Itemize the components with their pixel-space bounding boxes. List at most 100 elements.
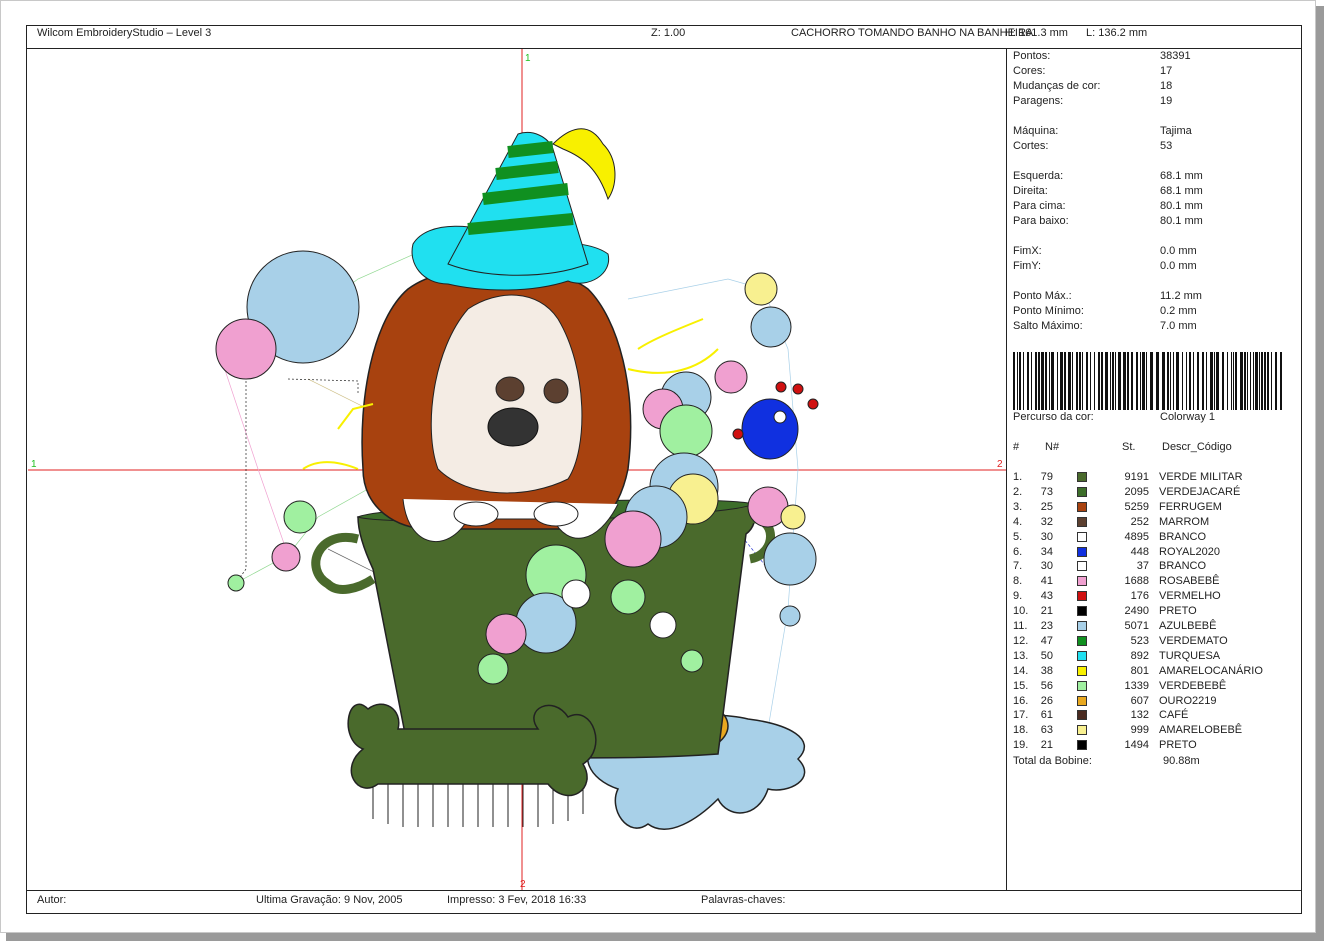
thread-number: 23 — [1040, 620, 1053, 632]
thread-number: 32 — [1040, 515, 1053, 528]
author-label: Autor: — [37, 894, 67, 906]
color-index: 16. — [1013, 694, 1029, 707]
stitch-count: 5071 — [1124, 620, 1149, 632]
thread-description: VERDEJACARÉ — [1159, 485, 1241, 498]
color-index: 14. — [1013, 664, 1029, 677]
keywords-label: Palavras-chaves: — [701, 894, 786, 906]
thread-number: 26 — [1040, 694, 1053, 707]
print-preview-page: Wilcom EmbroideryStudio – Level 3 Z: 1.0… — [0, 0, 1316, 933]
stitch-count: 1494 — [1124, 739, 1149, 752]
stitch-count: 37 — [1136, 560, 1149, 573]
thread-description: OURO2219 — [1159, 694, 1217, 707]
panel-divider — [1006, 48, 1007, 891]
stitch-count: 523 — [1130, 634, 1149, 647]
thread-description: ROSABEBÊ — [1159, 575, 1220, 588]
thread-number: 41 — [1040, 575, 1053, 588]
footer-divider — [27, 890, 1301, 891]
color-index: 5. — [1013, 530, 1023, 543]
col-header-number: N# — [1045, 441, 1060, 453]
embroidery-design-image: 1 1 2 2 — [28, 49, 1006, 890]
thread-number: 30 — [1040, 560, 1053, 573]
color-index: 7. — [1013, 560, 1023, 573]
color-index: 1. — [1013, 471, 1023, 483]
color-index: 17. — [1013, 709, 1029, 722]
color-swatch — [1077, 635, 1087, 646]
color-swatch — [1077, 472, 1087, 482]
stitch-count: 801 — [1130, 664, 1149, 677]
thread-description: PRETO — [1159, 605, 1197, 618]
thread-description: VERDEBEBÊ — [1159, 679, 1227, 692]
stitch-count: 176 — [1130, 590, 1149, 603]
color-swatch — [1077, 501, 1087, 512]
color-swatch — [1077, 680, 1087, 691]
app-title: Wilcom EmbroideryStudio – Level 3 — [37, 27, 212, 39]
barcode-image — [1013, 352, 1282, 410]
axis-label-top: 1 — [525, 53, 531, 64]
stitch-count: 892 — [1130, 649, 1149, 662]
color-swatch — [1077, 665, 1087, 676]
thread-number: 30 — [1040, 530, 1053, 543]
col-header-stitches: St. — [1122, 441, 1136, 453]
color-index: 3. — [1013, 500, 1023, 513]
color-swatch — [1077, 576, 1087, 587]
axis-label-left: 1 — [31, 459, 37, 470]
thread-number: 50 — [1040, 649, 1053, 662]
thread-description: AMARELOCANÁRIO — [1159, 664, 1263, 677]
design-name: CACHORRO TOMANDO BANHO NA BANHEIRA — [791, 27, 1034, 39]
thread-description: AZULBEBÊ — [1159, 620, 1217, 632]
party-hat — [411, 128, 616, 291]
thread-number: 38 — [1040, 664, 1053, 677]
thread-description: VERMELHO — [1159, 590, 1221, 603]
stitch-count: 132 — [1130, 709, 1149, 722]
color-swatch — [1077, 606, 1087, 617]
color-index: 12. — [1013, 634, 1029, 647]
stitch-count: 252 — [1130, 515, 1149, 528]
axis-label-right: 2 — [997, 459, 1003, 470]
color-swatch — [1077, 591, 1087, 602]
thread-number: 34 — [1040, 545, 1053, 558]
color-swatch — [1077, 516, 1087, 527]
design-preview: 1 1 2 2 — [28, 49, 1006, 890]
color-index: 18. — [1013, 724, 1029, 737]
thread-description: PRETO — [1159, 739, 1197, 752]
color-swatch — [1077, 531, 1087, 542]
thread-number: 56 — [1040, 679, 1053, 692]
color-index: 19. — [1013, 739, 1029, 752]
page-shadow-right — [1316, 6, 1324, 941]
color-swatch — [1077, 650, 1087, 661]
color-index: 8. — [1013, 575, 1023, 588]
worksheet-frame: Wilcom EmbroideryStudio – Level 3 Z: 1.0… — [26, 25, 1302, 914]
colorway-value: Colorway 1 — [1160, 411, 1216, 423]
color-index: 4. — [1013, 515, 1023, 528]
stitch-count: 2490 — [1124, 605, 1149, 618]
color-swatch — [1077, 710, 1087, 721]
color-swatch — [1077, 486, 1087, 497]
thread-description: VERDEMATO — [1159, 634, 1228, 647]
stitch-count: 1688 — [1124, 575, 1149, 588]
bobbin-total-value: 90.88m — [1163, 755, 1200, 767]
printed-date: Impresso: 3 Fev, 2018 16:33 — [447, 894, 587, 906]
thread-description: BRANCO — [1159, 560, 1207, 573]
bird — [732, 381, 819, 460]
thread-number: 25 — [1040, 500, 1053, 513]
stitch-count: 999 — [1130, 724, 1149, 737]
stitch-count: 448 — [1130, 545, 1149, 558]
color-swatch — [1077, 561, 1087, 572]
dog — [361, 265, 632, 543]
color-index: 2. — [1013, 485, 1023, 498]
color-index: 10. — [1013, 605, 1029, 618]
thread-description: CAFÉ — [1159, 709, 1189, 722]
bobbin-total-label: Total da Bobine: — [1013, 755, 1092, 767]
stitch-count: 9191 — [1124, 471, 1149, 483]
stitch-count: 4895 — [1124, 530, 1149, 543]
color-index: 11. — [1013, 620, 1028, 632]
stitch-count: 607 — [1130, 694, 1149, 707]
color-swatch — [1077, 725, 1087, 736]
thread-description: TURQUESA — [1159, 649, 1221, 662]
thread-number: 43 — [1040, 590, 1053, 603]
thread-number: 73 — [1040, 485, 1053, 498]
thread-number: 21 — [1040, 739, 1053, 752]
color-swatch — [1077, 621, 1087, 631]
col-header-index: # — [1013, 441, 1020, 453]
thread-description: FERRUGEM — [1159, 500, 1222, 513]
